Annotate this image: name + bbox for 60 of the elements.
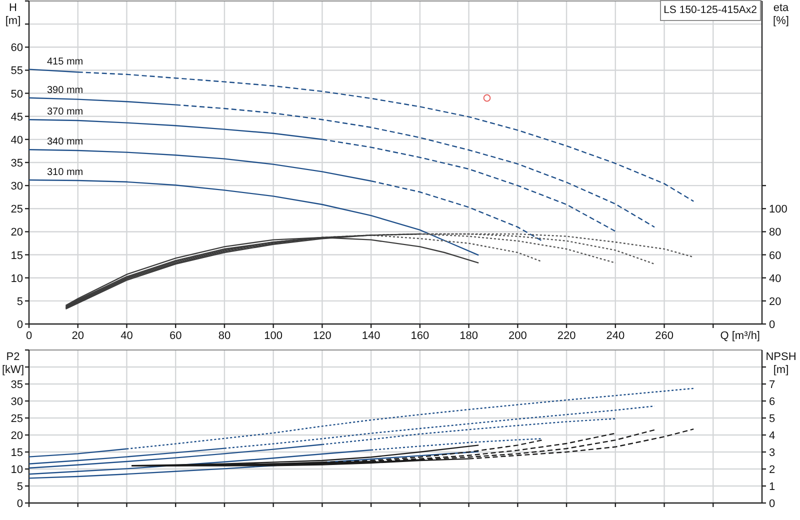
tick-label: 40 bbox=[10, 134, 23, 146]
tick-label: 3 bbox=[769, 447, 776, 459]
tick-label: 120 bbox=[313, 330, 332, 342]
curve-label: 370 mm bbox=[47, 106, 84, 118]
tick-label: 80 bbox=[769, 226, 782, 239]
axis-title: P2 [kW] bbox=[2, 351, 24, 376]
tick-label: 5 bbox=[16, 481, 23, 493]
tick-label: 0 bbox=[769, 498, 776, 510]
tick-label: 260 bbox=[655, 330, 674, 342]
tick-label: 30 bbox=[10, 180, 23, 193]
tick-label: 40 bbox=[120, 330, 133, 342]
curve-label: 310 mm bbox=[47, 167, 84, 178]
axis-title: NPSH [m] bbox=[766, 351, 796, 376]
tick-label: 60 bbox=[10, 42, 23, 54]
tick-label: 25 bbox=[10, 413, 23, 425]
tick-label: 10 bbox=[10, 272, 23, 285]
tick-label: 80 bbox=[218, 330, 231, 342]
tick-label: 20 bbox=[10, 226, 23, 239]
tick-label: 220 bbox=[557, 330, 576, 342]
tick-label: 140 bbox=[362, 330, 380, 342]
curve-label: 390 mm bbox=[47, 84, 84, 96]
tick-label: 6 bbox=[769, 396, 776, 408]
tick-label: 0 bbox=[26, 330, 32, 342]
tick-label: 30 bbox=[10, 396, 23, 408]
tick-label: 2 bbox=[769, 464, 776, 476]
tick-label: 50 bbox=[10, 88, 23, 100]
tick-label: 35 bbox=[10, 379, 23, 391]
tick-label: 200 bbox=[508, 330, 527, 342]
tick-label: 5 bbox=[16, 296, 23, 308]
tick-label: 20 bbox=[10, 430, 23, 442]
tick-label: 55 bbox=[10, 65, 23, 78]
tick-label: 35 bbox=[10, 158, 23, 170]
tick-label: 20 bbox=[769, 296, 782, 308]
tick-label: 5 bbox=[769, 413, 776, 425]
tick-label: 240 bbox=[606, 330, 625, 342]
axis-title: Q [m³/h] bbox=[720, 330, 760, 342]
tick-label: 15 bbox=[10, 250, 23, 262]
tick-label: 4 bbox=[769, 430, 776, 442]
tick-label: 0 bbox=[16, 498, 23, 510]
curve-label: 415 mm bbox=[47, 56, 84, 68]
curve-label: 340 mm bbox=[47, 136, 84, 148]
tick-label: 0 bbox=[16, 319, 23, 331]
tick-label: 160 bbox=[410, 330, 430, 342]
tick-label: 25 bbox=[10, 204, 23, 216]
tick-label: 0 bbox=[769, 319, 776, 331]
tick-label: 45 bbox=[10, 111, 23, 124]
tick-label: 100 bbox=[264, 330, 283, 342]
tick-label: 7 bbox=[769, 379, 776, 391]
tick-label: 40 bbox=[769, 272, 782, 285]
tick-label: 180 bbox=[460, 330, 478, 342]
pump-model-label: LS 150-125-415Ax2 bbox=[660, 0, 761, 21]
axis-title: eta [%] bbox=[773, 2, 789, 27]
tick-label: 10 bbox=[10, 464, 23, 476]
tick-label: 1 bbox=[769, 481, 776, 493]
axis-title: H [m] bbox=[5, 2, 21, 27]
tick-label: 60 bbox=[769, 250, 782, 262]
tick-label: 15 bbox=[10, 447, 23, 459]
tick-label: 60 bbox=[169, 330, 182, 342]
tick-label: 20 bbox=[72, 330, 84, 342]
tick-label: 100 bbox=[769, 204, 788, 216]
